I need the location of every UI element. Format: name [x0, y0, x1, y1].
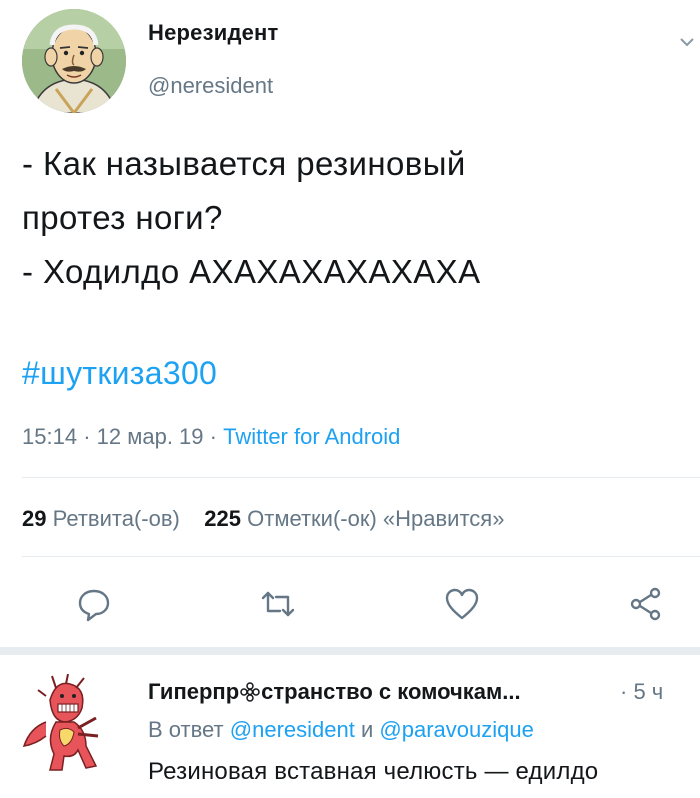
- share-icon[interactable]: [626, 584, 666, 624]
- section-divider: [0, 647, 700, 655]
- mention-link[interactable]: @paravouzique: [379, 717, 533, 742]
- tweet-line: - Как называется резиновый: [22, 145, 466, 182]
- divider: [22, 477, 700, 478]
- author-name[interactable]: Нерезидент: [148, 20, 279, 46]
- reply-author-name-part: странство с комочкам...: [261, 679, 521, 704]
- hashtag-link[interactable]: #шуткиза300: [22, 355, 217, 392]
- divider: [22, 556, 700, 557]
- author-handle[interactable]: @neresident: [148, 73, 273, 99]
- reply-icon[interactable]: [74, 584, 114, 624]
- in-reply-to-label: В ответ: [148, 717, 224, 742]
- tweet-meta: 15:14 · 12 мар. 19 · Twitter for Android: [22, 424, 400, 450]
- reply-text: Резиновая вставная челюсть — едилдо: [148, 758, 599, 785]
- meta-separator: ·: [209, 424, 217, 449]
- reply-context: В ответ @neresident и @paravouzique: [148, 717, 534, 743]
- reply-author-avatar[interactable]: [16, 673, 114, 774]
- likes-label: Отметки(-ок) «Нравится»: [247, 506, 505, 531]
- tweet-line: протез ноги?: [22, 199, 223, 236]
- reply-author-name-part: Гиперпр: [148, 679, 240, 704]
- likes-count: 225: [204, 506, 242, 531]
- tweet-text: - Как называется резиновый протез ноги? …: [22, 137, 682, 299]
- retweets-label: Ретвита(-ов): [52, 506, 180, 531]
- likes-stat[interactable]: 225 Отметки(-ок) «Нравится»: [204, 506, 504, 531]
- reply-author-name[interactable]: Гиперпр странство с комочкам...: [148, 679, 521, 705]
- conjunction: и: [360, 717, 374, 742]
- retweets-stat[interactable]: 29 Ретвита(-ов): [22, 506, 180, 531]
- tweet-stats: 29 Ретвита(-ов) 225 Отметки(-ок) «Нравит…: [22, 506, 504, 532]
- tweet-date: 12 мар. 19: [96, 424, 204, 449]
- tweet-line: - Ходилдо АХАХАХАХАХАХА: [22, 253, 481, 290]
- chevron-down-icon[interactable]: [679, 34, 695, 50]
- flower-emoji-icon: [239, 682, 261, 702]
- avatar-image: [22, 9, 126, 113]
- avatar-image: [16, 673, 114, 774]
- mention-link[interactable]: @neresident: [230, 717, 355, 742]
- author-avatar[interactable]: [22, 9, 126, 113]
- retweets-count: 29: [22, 506, 47, 531]
- tweet-source-link[interactable]: Twitter for Android: [223, 424, 400, 449]
- heart-icon[interactable]: [442, 584, 482, 624]
- reply-time: · 5 ч: [620, 679, 664, 704]
- tweet-time: 15:14: [22, 424, 78, 449]
- meta-separator: ·: [83, 424, 91, 449]
- retweet-icon[interactable]: [258, 584, 298, 624]
